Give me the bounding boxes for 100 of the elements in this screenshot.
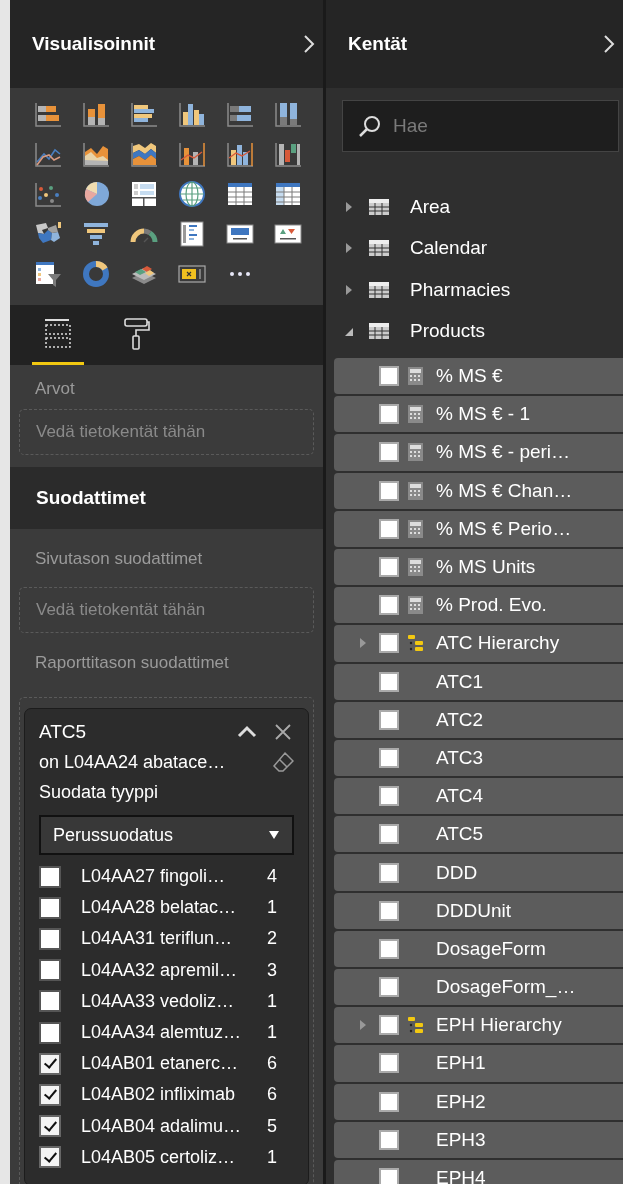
field-name: % MS Units [436, 556, 536, 579]
field-row[interactable]: % MS Units [334, 548, 623, 586]
field-row[interactable]: % Prod. Evo. [334, 587, 623, 624]
field-row[interactable]: EPH4 [334, 1159, 623, 1184]
checkbox[interactable] [379, 1168, 399, 1184]
checkbox[interactable] [379, 366, 399, 387]
field-row[interactable]: ATC Hierarchy [334, 625, 623, 662]
table-name[interactable]: Pharmacies [410, 278, 511, 301]
checkbox[interactable] [379, 1091, 399, 1112]
checkbox[interactable] [379, 633, 399, 654]
combo-chart-icon[interactable] [178, 140, 206, 168]
bar-chart-icon[interactable] [130, 100, 158, 128]
checkbox[interactable] [379, 786, 399, 807]
search-field[interactable]: Hae [342, 100, 619, 152]
ribbon-chart-icon[interactable] [130, 140, 158, 168]
filter-value[interactable]: L04AB02 infliximab [81, 1084, 267, 1106]
eraser-icon[interactable] [272, 751, 294, 773]
expander-icon[interactable] [344, 200, 354, 213]
table-name[interactable]: Calendar [410, 237, 488, 260]
checkbox[interactable] [39, 990, 61, 1013]
column-chart-icon[interactable] [274, 100, 302, 128]
checkbox[interactable] [379, 442, 399, 463]
chevron-right-icon[interactable] [603, 34, 615, 54]
checkbox[interactable] [379, 747, 399, 768]
pie-chart-icon[interactable] [82, 180, 110, 208]
checkbox[interactable] [39, 865, 61, 888]
field-row[interactable]: EPH2 [334, 1083, 623, 1120]
filter-value[interactable]: L04AB04 adalimu… [81, 1115, 267, 1137]
field-row[interactable]: ATC2 [334, 701, 623, 738]
globe-icon[interactable] [178, 180, 206, 208]
checkbox[interactable] [379, 404, 399, 425]
bar-chart-icon[interactable] [226, 100, 254, 128]
checkbox[interactable] [379, 938, 399, 959]
field-row[interactable]: DosageForm_… [334, 969, 623, 1006]
checkbox[interactable] [39, 1021, 61, 1044]
field-row[interactable]: EPH1 [334, 1045, 623, 1082]
checkbox[interactable] [379, 595, 399, 616]
checkbox[interactable] [379, 709, 399, 730]
table-name[interactable]: Area [410, 195, 451, 218]
slicer-icon[interactable] [34, 260, 62, 288]
bar-chart-icon[interactable] [34, 100, 62, 128]
filter-value[interactable]: L04AA27 fingoli… [81, 866, 267, 888]
checkbox[interactable] [379, 900, 399, 921]
checkbox[interactable] [39, 896, 61, 919]
field-row[interactable]: EPH Hierarchy [334, 1007, 623, 1044]
field-row[interactable]: % MS € [334, 358, 623, 395]
filter-value[interactable]: L04AA31 teriflun… [81, 928, 267, 950]
filter-value[interactable]: L04AA33 vedoliz… [81, 990, 267, 1012]
field-name: % MS € - peri… [436, 441, 571, 464]
waterfall-chart-icon[interactable] [274, 140, 302, 168]
combo-chart-icon[interactable] [226, 140, 254, 168]
checkbox[interactable] [379, 671, 399, 692]
filter-value[interactable]: L04AA32 apremil… [81, 959, 267, 981]
field-row[interactable]: ATC3 [334, 739, 623, 777]
checkbox[interactable] [39, 1052, 61, 1075]
checkbox[interactable] [39, 1115, 61, 1138]
field-row[interactable]: DDDUnit [334, 892, 623, 929]
expander-icon[interactable] [344, 283, 354, 296]
table-icon[interactable] [226, 180, 254, 208]
chevron-right-icon[interactable] [303, 34, 315, 54]
checkbox[interactable] [39, 927, 61, 950]
checkbox[interactable] [379, 977, 399, 998]
checkbox[interactable] [379, 862, 399, 883]
line-chart-icon[interactable] [34, 140, 62, 168]
donut-chart-icon[interactable] [82, 260, 110, 288]
column-chart-icon[interactable] [178, 100, 206, 128]
field-row[interactable]: % MS € Chan… [334, 472, 623, 509]
filter-type-dropdown[interactable]: Perussuodatus [39, 815, 294, 855]
field-row[interactable]: DosageForm [334, 930, 623, 967]
checkbox[interactable] [379, 1015, 399, 1036]
filter-value[interactable]: L04AB01 etanerc… [81, 1053, 267, 1075]
column-chart-icon[interactable] [82, 100, 110, 128]
treemap-icon[interactable] [130, 180, 158, 208]
checkbox[interactable] [379, 1129, 399, 1150]
field-row[interactable]: % MS € Perio… [334, 510, 623, 547]
field-row[interactable]: ATC4 [334, 778, 623, 815]
scatter-chart-icon[interactable] [34, 180, 62, 208]
checkbox[interactable] [39, 959, 61, 982]
expander-icon[interactable] [344, 242, 354, 255]
field-row[interactable]: % MS € - peri… [334, 434, 623, 471]
field-row[interactable]: % MS € - 1 [334, 396, 623, 433]
area-chart-icon[interactable] [82, 140, 110, 168]
funnel-icon[interactable] [82, 220, 110, 248]
filter-value[interactable]: L04AB05 certoliz… [81, 1146, 267, 1168]
field-row[interactable]: ATC1 [334, 663, 623, 700]
checkbox[interactable] [39, 1146, 61, 1169]
field-row[interactable]: DDD [334, 854, 623, 891]
checkbox[interactable] [379, 824, 399, 845]
checkbox[interactable] [379, 1053, 399, 1074]
checkbox[interactable] [379, 557, 399, 578]
checkbox[interactable] [379, 480, 399, 501]
multi-row-card-icon[interactable] [178, 220, 206, 248]
filter-value[interactable]: L04AA34 alemtuz… [81, 1022, 267, 1044]
checkbox[interactable] [39, 1083, 61, 1106]
matrix-icon[interactable] [274, 180, 302, 208]
filter-value[interactable]: L04AA28 belatac… [81, 897, 267, 919]
field-row[interactable]: ATC5 [334, 816, 623, 853]
checkbox[interactable] [379, 518, 399, 539]
table-name[interactable]: Products [410, 320, 485, 343]
field-row[interactable]: EPH3 [334, 1121, 623, 1158]
